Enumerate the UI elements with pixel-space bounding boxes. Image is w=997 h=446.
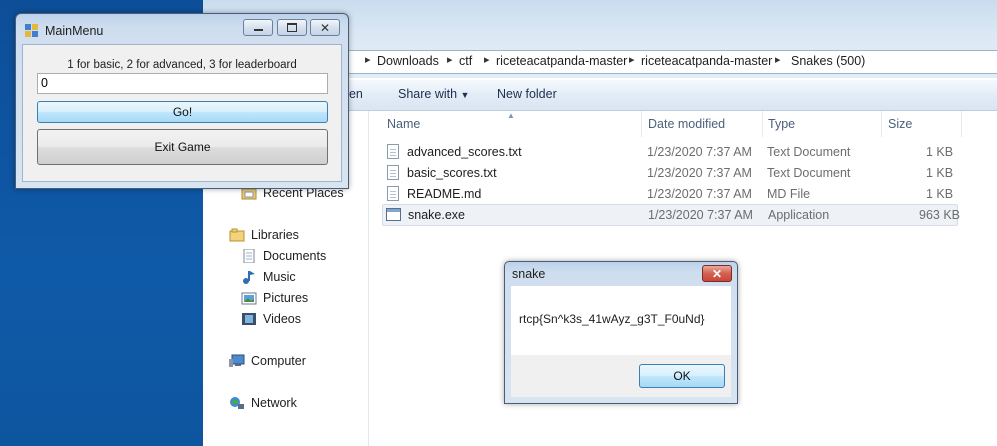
md-file-icon bbox=[387, 186, 399, 201]
minimize-button[interactable] bbox=[243, 19, 273, 36]
file-row-advanced-scores[interactable]: advanced_scores.txt 1/23/2020 7:37 AM Te… bbox=[383, 142, 957, 162]
computer-icon bbox=[229, 354, 245, 368]
column-divider[interactable] bbox=[881, 111, 882, 137]
nav-label: Network bbox=[251, 396, 297, 410]
file-type: Text Document bbox=[767, 145, 851, 159]
nav-label: Music bbox=[263, 270, 296, 284]
nav-item-documents[interactable]: Documents bbox=[241, 248, 327, 264]
music-icon bbox=[241, 270, 257, 284]
file-type: Text Document bbox=[767, 166, 851, 180]
close-icon: ✕ bbox=[711, 266, 723, 281]
file-date: 1/23/2020 7:37 AM bbox=[648, 208, 753, 222]
file-name: advanced_scores.txt bbox=[407, 145, 522, 159]
nav-item-videos[interactable]: Videos bbox=[241, 312, 301, 326]
breadcrumb-snakes[interactable]: Snakes (500) bbox=[791, 54, 865, 68]
window-title: MainMenu bbox=[45, 24, 104, 38]
file-type: MD File bbox=[767, 187, 811, 201]
column-divider[interactable] bbox=[961, 111, 962, 137]
file-size: 1 KB bbox=[926, 145, 954, 159]
ok-button[interactable]: OK bbox=[639, 364, 725, 388]
file-size: 963 KB bbox=[919, 208, 961, 222]
breadcrumb-downloads[interactable]: Downloads bbox=[377, 54, 439, 68]
mode-input[interactable]: 0 bbox=[37, 73, 328, 94]
column-divider[interactable] bbox=[641, 111, 642, 137]
nav-item-computer[interactable]: Computer bbox=[229, 354, 306, 368]
nav-label: Videos bbox=[263, 312, 301, 326]
column-header-size[interactable]: Size bbox=[888, 117, 912, 131]
maximize-button[interactable] bbox=[277, 19, 307, 36]
breadcrumb-riceteacatpanda-2[interactable]: riceteacatpanda-master bbox=[641, 54, 772, 68]
documents-icon bbox=[241, 248, 257, 264]
application-icon bbox=[386, 208, 401, 221]
pictures-icon bbox=[241, 291, 257, 305]
file-row-snake-exe[interactable]: snake.exe 1/23/2020 7:37 AM Application … bbox=[382, 204, 961, 226]
breadcrumb-separator-icon[interactable]: ▸ bbox=[365, 53, 371, 66]
file-name: basic_scores.txt bbox=[407, 166, 497, 180]
nav-item-pictures[interactable]: Pictures bbox=[241, 291, 308, 305]
chevron-down-icon: ▼ bbox=[460, 90, 470, 100]
file-date: 1/23/2020 7:37 AM bbox=[647, 166, 752, 180]
exit-game-button[interactable]: Exit Game bbox=[37, 129, 328, 165]
file-type: Application bbox=[768, 208, 830, 222]
nav-item-libraries[interactable]: Libraries bbox=[229, 228, 299, 242]
file-date: 1/23/2020 7:37 AM bbox=[647, 187, 752, 201]
go-button[interactable]: Go! bbox=[37, 101, 328, 123]
dialog-close-button[interactable]: ✕ bbox=[702, 265, 732, 282]
column-header-name[interactable]: Name bbox=[387, 117, 420, 131]
breadcrumb-separator-icon[interactable]: ▸ bbox=[484, 53, 490, 66]
mode-prompt-label: 1 for basic, 2 for advanced, 3 for leade… bbox=[67, 59, 297, 71]
file-row-readme[interactable]: README.md 1/23/2020 7:37 AM MD File 1 KB bbox=[383, 184, 957, 204]
address-bar[interactable]: r ▸ Downloads ▸ ctf ▸ riceteacatpanda-ma… bbox=[338, 50, 997, 74]
libraries-icon bbox=[229, 228, 245, 242]
new-folder-button[interactable]: New folder bbox=[497, 87, 557, 101]
file-row-basic-scores[interactable]: basic_scores.txt 1/23/2020 7:37 AM Text … bbox=[383, 163, 957, 183]
file-name: snake.exe bbox=[408, 208, 465, 222]
column-header-type[interactable]: Type bbox=[768, 117, 795, 131]
nav-label: Libraries bbox=[251, 228, 299, 242]
app-icon bbox=[25, 24, 38, 37]
column-divider[interactable] bbox=[762, 111, 763, 137]
file-size: 1 KB bbox=[926, 166, 954, 180]
network-icon bbox=[229, 396, 245, 410]
dialog-button-area: OK bbox=[511, 355, 731, 397]
snake-dialog: snake ✕ rtcp{Sn^k3s_41wAyz_g3T_F0uNd} OK bbox=[504, 261, 738, 404]
mainmenu-client: 1 for basic, 2 for advanced, 3 for leade… bbox=[22, 44, 342, 182]
close-button[interactable]: ✕ bbox=[310, 19, 340, 36]
nav-label: Pictures bbox=[263, 291, 309, 305]
file-date: 1/23/2020 7:37 AM bbox=[647, 145, 752, 159]
nav-label: Documents bbox=[263, 249, 327, 263]
file-size: 1 KB bbox=[926, 187, 954, 201]
breadcrumb-separator-icon[interactable]: ▸ bbox=[629, 53, 635, 66]
nav-label: Computer bbox=[251, 354, 306, 368]
share-with-button[interactable]: Share with ▼ bbox=[398, 87, 469, 101]
nav-item-music[interactable]: Music bbox=[241, 270, 296, 284]
sort-arrow-icon: ▲ bbox=[507, 111, 515, 120]
column-header-date[interactable]: Date modified bbox=[648, 117, 725, 131]
share-with-label: Share with bbox=[398, 87, 458, 101]
text-file-icon bbox=[387, 144, 399, 159]
breadcrumb-riceteacatpanda-1[interactable]: riceteacatpanda-master bbox=[496, 54, 627, 68]
minimize-icon bbox=[253, 29, 263, 31]
dialog-message: rtcp{Sn^k3s_41wAyz_g3T_F0uNd} bbox=[519, 312, 705, 326]
dialog-title: snake bbox=[512, 267, 546, 281]
mainmenu-window: MainMenu ✕ 1 for basic, 2 for advanced, … bbox=[15, 13, 349, 189]
videos-icon bbox=[241, 312, 257, 326]
nav-item-network[interactable]: Network bbox=[229, 396, 297, 410]
breadcrumb-ctf[interactable]: ctf bbox=[459, 54, 472, 68]
close-icon: ✕ bbox=[319, 20, 331, 35]
file-name: README.md bbox=[407, 187, 482, 201]
text-file-icon bbox=[387, 165, 399, 180]
maximize-icon bbox=[287, 23, 297, 32]
dialog-message-area: rtcp{Sn^k3s_41wAyz_g3T_F0uNd} bbox=[511, 286, 731, 355]
breadcrumb-separator-icon[interactable]: ▸ bbox=[447, 53, 453, 66]
breadcrumb-separator-icon[interactable]: ▸ bbox=[775, 53, 781, 66]
